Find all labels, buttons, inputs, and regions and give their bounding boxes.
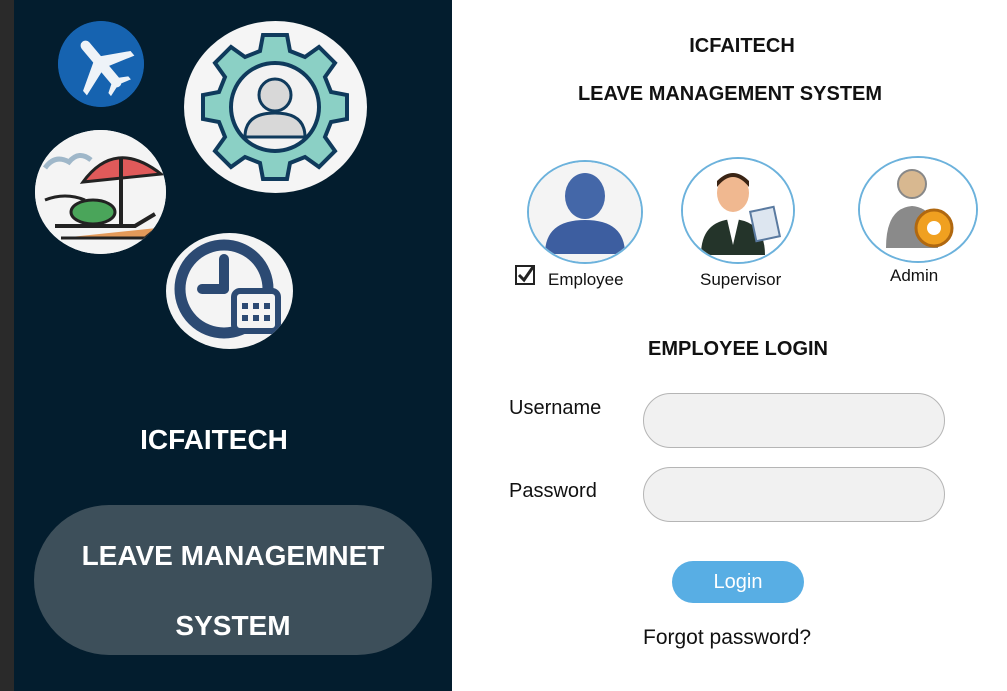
forgot-password-link[interactable]: Forgot password? bbox=[643, 626, 811, 650]
window-edge bbox=[0, 0, 14, 691]
password-label: Password bbox=[509, 480, 597, 502]
tagline-line1: LEAVE MANAGEMNET bbox=[81, 540, 385, 571]
employee-avatar-icon bbox=[529, 162, 641, 262]
left-panel: ICFAITECH LEAVE MANAGEMNET SYSTEM bbox=[14, 0, 452, 691]
airplane-icon bbox=[58, 21, 144, 107]
employee-checkbox[interactable] bbox=[515, 265, 535, 285]
clock-calendar-icon bbox=[166, 233, 293, 349]
username-input[interactable] bbox=[643, 393, 945, 448]
tagline-pill: LEAVE MANAGEMNET SYSTEM bbox=[34, 505, 432, 655]
tagline-line2: SYSTEM bbox=[175, 610, 291, 641]
login-panel: ICFAITECH LEAVE MANAGEMENT SYSTEM Employ… bbox=[452, 0, 1007, 691]
username-label: Username bbox=[509, 397, 602, 419]
supervisor-avatar-icon bbox=[683, 159, 793, 262]
left-brand-title: ICFAITECH bbox=[140, 424, 288, 455]
user-gear-icon bbox=[184, 21, 367, 193]
right-brand-title: ICFAITECH bbox=[689, 35, 795, 57]
role-admin-label[interactable]: Admin bbox=[890, 266, 938, 286]
role-supervisor-label[interactable]: Supervisor bbox=[700, 270, 781, 290]
admin-gear-icon bbox=[860, 158, 976, 261]
login-button[interactable]: Login bbox=[672, 561, 804, 603]
role-employee-option[interactable] bbox=[527, 160, 643, 264]
role-supervisor-option[interactable] bbox=[681, 157, 795, 264]
role-admin-option[interactable] bbox=[858, 156, 978, 263]
system-title: LEAVE MANAGEMENT SYSTEM bbox=[577, 83, 883, 105]
beach-umbrella-icon bbox=[35, 130, 166, 254]
login-heading: EMPLOYEE LOGIN bbox=[647, 338, 829, 360]
role-employee-label[interactable]: Employee bbox=[548, 270, 624, 290]
password-input[interactable] bbox=[643, 467, 945, 522]
